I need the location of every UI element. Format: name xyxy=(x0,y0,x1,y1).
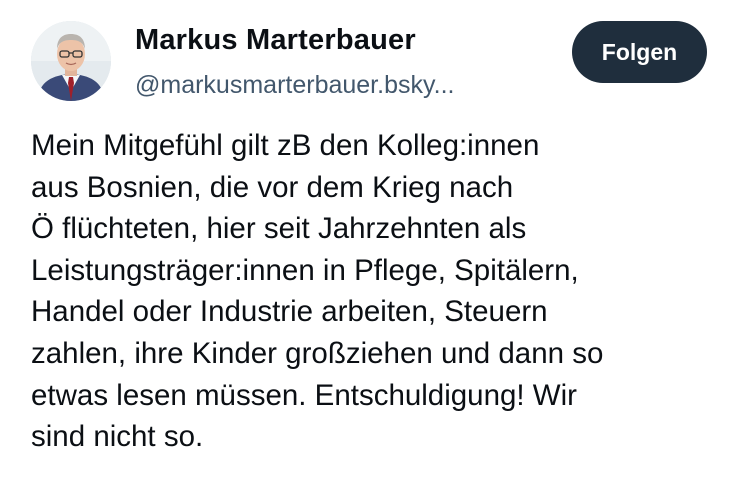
post-text-line: Ö flüchteten, hier seit Jahrzehnten als xyxy=(31,212,527,246)
author-handle[interactable]: @markusmarterbauer.bsky... xyxy=(135,71,454,100)
author-name[interactable]: Markus Marterbauer xyxy=(135,24,416,57)
post-text-line: aus Bosnien, die vor dem Krieg nach xyxy=(31,170,514,204)
follow-button[interactable]: Folgen xyxy=(572,21,707,83)
avatar-image xyxy=(31,21,111,101)
post-card: Markus Marterbauer @markusmarterbauer.bs… xyxy=(0,0,738,480)
post-text-line: sind nicht so. xyxy=(31,420,204,454)
post-text-line: Mein Mitgefühl gilt zB den Kolleg:innen xyxy=(31,129,540,162)
avatar[interactable] xyxy=(31,21,111,101)
post-text-line: Handel oder Industrie arbeiten, Steuern xyxy=(31,295,548,329)
post-text: Mein Mitgefühl gilt zB den Kolleg:innen … xyxy=(31,125,721,458)
post-text-line: Leistungsträger:innen in Pflege, Spitäle… xyxy=(31,253,579,287)
post-text-line: etwas lesen müssen. Entschuldigung! Wir xyxy=(31,378,578,412)
post-text-line: zahlen, ihre Kinder großziehen und dann … xyxy=(31,336,604,370)
